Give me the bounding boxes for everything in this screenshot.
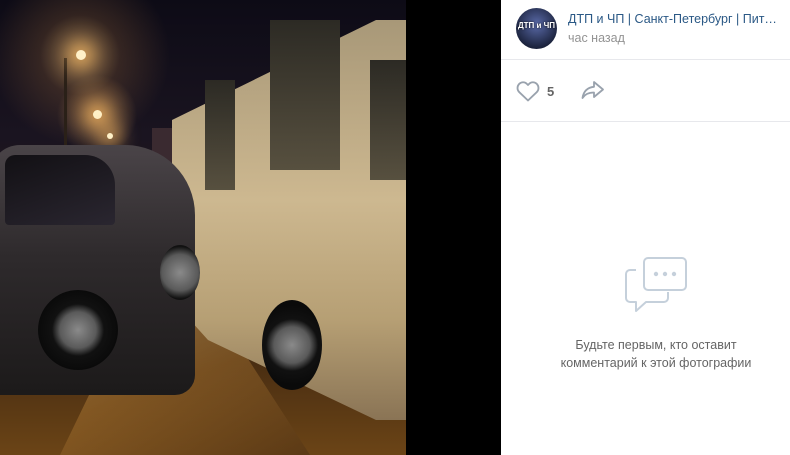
comments-bubble-icon — [625, 257, 687, 312]
heart-icon — [516, 81, 540, 102]
street-lamp — [107, 133, 113, 139]
share-button[interactable] — [580, 78, 606, 102]
car-wheel — [160, 245, 200, 300]
like-button[interactable]: 5 — [516, 79, 554, 103]
avatar-label: ДТП и ЧП — [517, 21, 556, 30]
street-lamp — [76, 50, 86, 60]
bus-window — [370, 60, 406, 180]
bus-wheel — [262, 300, 322, 390]
car-window — [5, 155, 115, 225]
post-sidebar: ДТП и ЧП ДТП и ЧП | Санкт-Петербург | Пи… — [501, 0, 790, 455]
car-wheel — [38, 290, 118, 370]
like-count: 5 — [547, 83, 555, 99]
no-comments-line: комментарий к этой фотографии — [560, 356, 752, 370]
photo-viewer — [0, 0, 501, 455]
street-pole — [64, 58, 67, 148]
post-photo[interactable] — [0, 0, 406, 455]
post-header: ДТП и ЧП ДТП и ЧП | Санкт-Петербург | Пи… — [501, 0, 790, 60]
post-actions: 5 — [501, 60, 790, 122]
bus-window — [205, 80, 235, 190]
street-lamp — [93, 110, 102, 119]
group-name-link[interactable]: ДТП и ЧП | Санкт-Петербург | Питер Онлай… — [568, 12, 783, 26]
group-avatar[interactable]: ДТП и ЧП — [516, 8, 557, 49]
post-time[interactable]: час назад — [568, 31, 625, 45]
bus-window — [270, 20, 340, 170]
no-comments-message: Будьте первым, кто оставит комментарий к… — [521, 336, 790, 372]
no-comments-line: Будьте первым, кто оставит — [575, 338, 737, 352]
share-arrow-icon — [581, 81, 604, 99]
